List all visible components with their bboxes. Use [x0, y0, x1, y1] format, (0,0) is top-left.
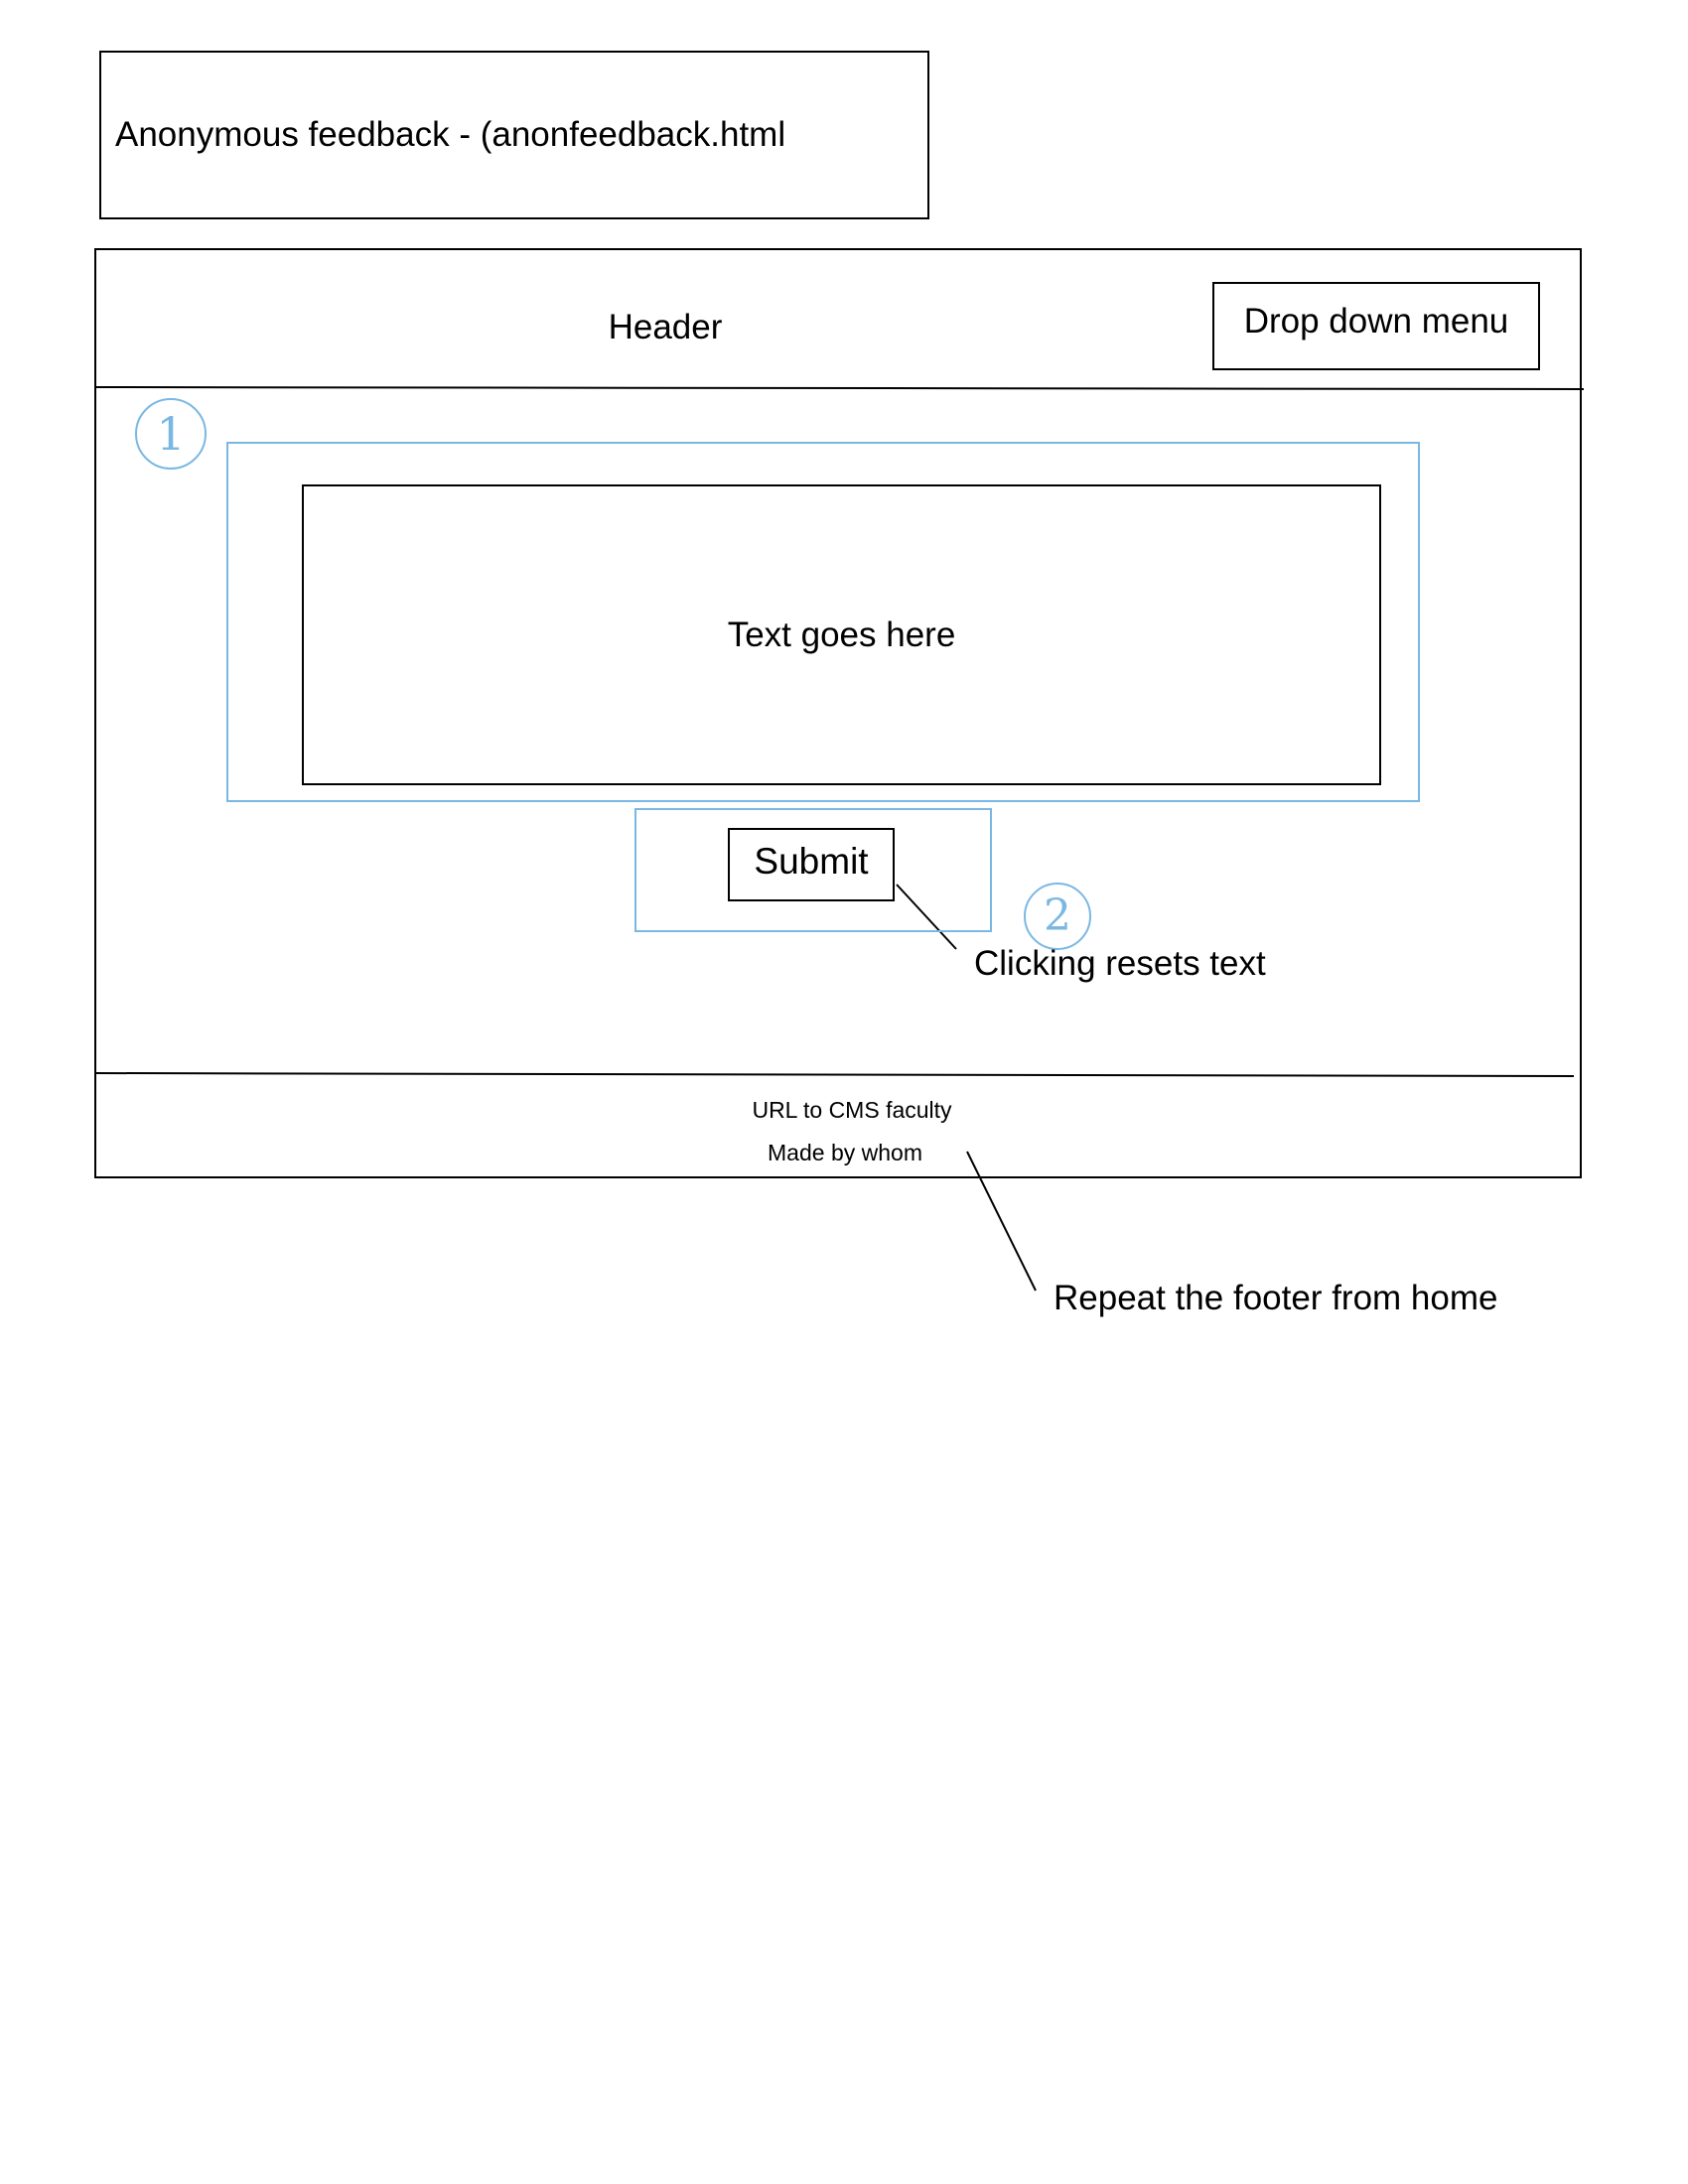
page-title-box: Anonymous feedback - (anonfeedback.html — [99, 51, 929, 219]
footer-made-by: Made by whom — [768, 1140, 922, 1165]
dropdown-menu[interactable]: Drop down menu — [1212, 282, 1540, 370]
footer-note: Repeat the footer from home — [1054, 1279, 1498, 1317]
footer-url-link[interactable]: URL to CMS faculty — [604, 1097, 1100, 1124]
submit-button-label: Submit — [754, 841, 869, 882]
feedback-textarea[interactable]: Text goes here — [302, 484, 1381, 785]
submit-note: Clicking resets text — [974, 944, 1266, 983]
submit-button[interactable]: Submit — [728, 828, 895, 901]
page-title: Anonymous feedback - (anonfeedback.html — [115, 115, 786, 154]
dropdown-menu-label: Drop down menu — [1243, 301, 1509, 341]
feedback-textarea-placeholder: Text goes here — [727, 614, 956, 654]
header-label: Header — [608, 308, 723, 346]
callout-1-badge: 1 — [135, 398, 207, 470]
callout-2-badge: 2 — [1024, 883, 1091, 950]
